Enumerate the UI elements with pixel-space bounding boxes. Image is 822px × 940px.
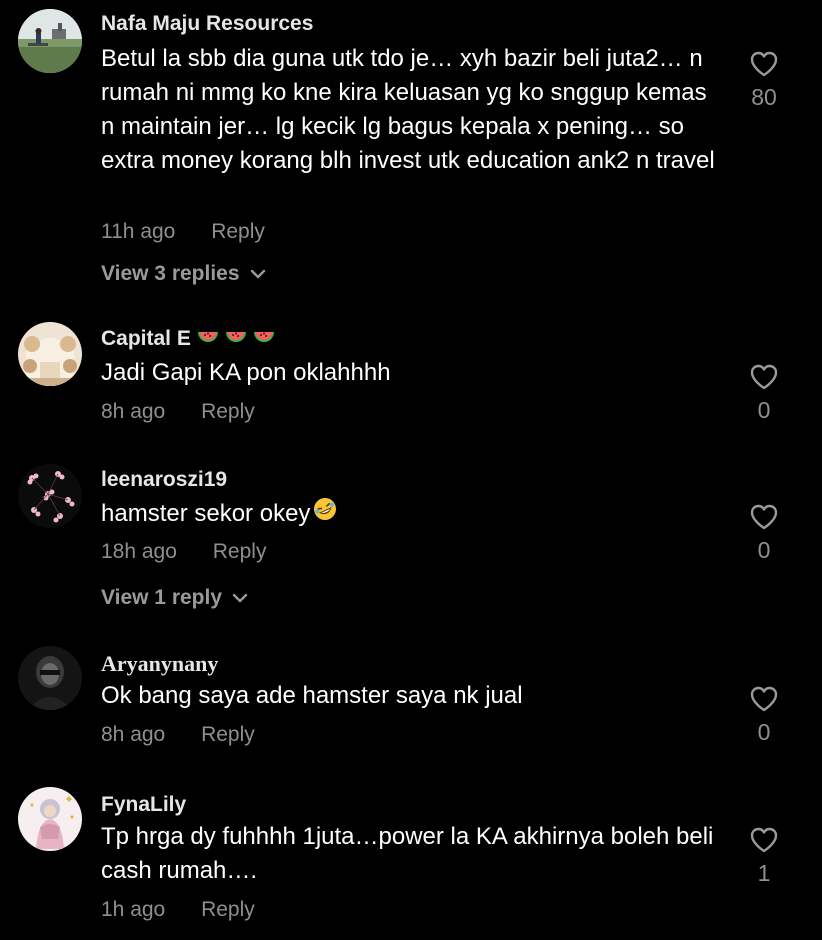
reply-button[interactable]: Reply (201, 723, 255, 746)
reply-button[interactable]: Reply (213, 540, 267, 563)
avatar[interactable] (18, 787, 82, 851)
avatar[interactable] (18, 646, 82, 710)
comment-meta: 18h ago Reply (101, 540, 266, 564)
watermelon-icon (197, 327, 219, 351)
avatar-landscape-photo-icon (18, 9, 82, 73)
like-count: 80 (751, 84, 777, 110)
comment-text: Tp hrga dy fuhhhh 1juta…power la KA akhi… (101, 823, 714, 884)
like-count: 0 (757, 397, 771, 423)
heart-icon (750, 827, 778, 853)
like-button[interactable]: 0 (738, 685, 790, 746)
view-replies-label: View 3 replies (101, 262, 240, 285)
heart-icon (750, 504, 778, 530)
comment-username[interactable]: leenaroszi19 (101, 468, 227, 492)
comment-item: leenaroszi19 hamster sekor okey 18h ago … (0, 450, 822, 640)
avatar[interactable] (18, 322, 82, 386)
comment-username[interactable]: FynaLily (101, 793, 186, 817)
heart-icon (750, 51, 778, 77)
comment-meta: 11h ago Reply (101, 220, 265, 244)
comment-meta: 1h ago Reply (101, 898, 255, 922)
comment-username-text: Capital E (101, 327, 191, 350)
like-count: 1 (757, 860, 771, 886)
avatar-dark-portrait-icon (18, 646, 82, 710)
comment-text: Ok bang saya ade hamster saya nk jual (101, 682, 523, 709)
comment-text-content: hamster sekor okey (101, 500, 311, 527)
avatar-hijab-illustration-icon (18, 787, 82, 851)
chevron-down-icon (250, 269, 265, 279)
view-replies-button[interactable]: View 1 reply (101, 586, 248, 610)
view-replies-label: View 1 reply (101, 586, 223, 609)
comment-username[interactable]: Capital E (101, 327, 275, 351)
rolling-laughing-emoji-icon (310, 497, 338, 532)
comment-timestamp: 8h ago (101, 723, 166, 746)
heart-icon (750, 364, 778, 390)
comment-item: Aryanynany Ok bang saya ade hamster saya… (0, 640, 822, 780)
comment-meta: 8h ago Reply (101, 723, 255, 747)
comment-username[interactable]: Aryanynany (101, 651, 218, 677)
comment-timestamp: 8h ago (101, 400, 166, 423)
avatar[interactable] (18, 9, 82, 73)
reply-button[interactable]: Reply (211, 220, 265, 243)
comment-timestamp: 11h ago (101, 220, 176, 243)
comment-text: hamster sekor okey (101, 497, 721, 532)
like-count: 0 (757, 537, 771, 563)
like-button[interactable]: 0 (738, 503, 790, 564)
chevron-down-icon (232, 593, 248, 603)
comment-username[interactable]: Nafa Maju Resources (101, 12, 313, 36)
comment-text: Jadi Gapi KA pon oklahhhh (101, 359, 391, 386)
comment-timestamp: 18h ago (101, 540, 177, 563)
comment-timestamp: 1h ago (101, 898, 166, 921)
comment-item: Nafa Maju Resources Betul la sbb dia gun… (0, 0, 822, 300)
comment-meta: 8h ago Reply (101, 400, 255, 424)
heart-icon (750, 686, 778, 712)
like-button[interactable]: 0 (738, 363, 790, 424)
like-button[interactable]: 80 (738, 50, 790, 111)
reply-button[interactable]: Reply (201, 898, 255, 921)
reply-button[interactable]: Reply (201, 400, 255, 423)
comment-item: Capital E Jadi Gapi KA pon oklahhhh 8h a… (0, 300, 822, 450)
comment-text: Betul la sbb dia guna utk tdo je… xyh ba… (101, 45, 715, 174)
watermelon-icon (225, 327, 247, 351)
like-count: 0 (757, 719, 771, 745)
avatar-wedding-decor-photo-icon (18, 322, 82, 386)
like-button[interactable]: 1 (738, 826, 790, 887)
comment-item: FynaLily Tp hrga dy fuhhhh 1juta…power l… (0, 780, 822, 940)
watermelon-icon (253, 327, 275, 351)
avatar-pink-flowers-icon (18, 464, 82, 528)
avatar[interactable] (18, 464, 82, 528)
view-replies-button[interactable]: View 3 replies (101, 262, 266, 286)
